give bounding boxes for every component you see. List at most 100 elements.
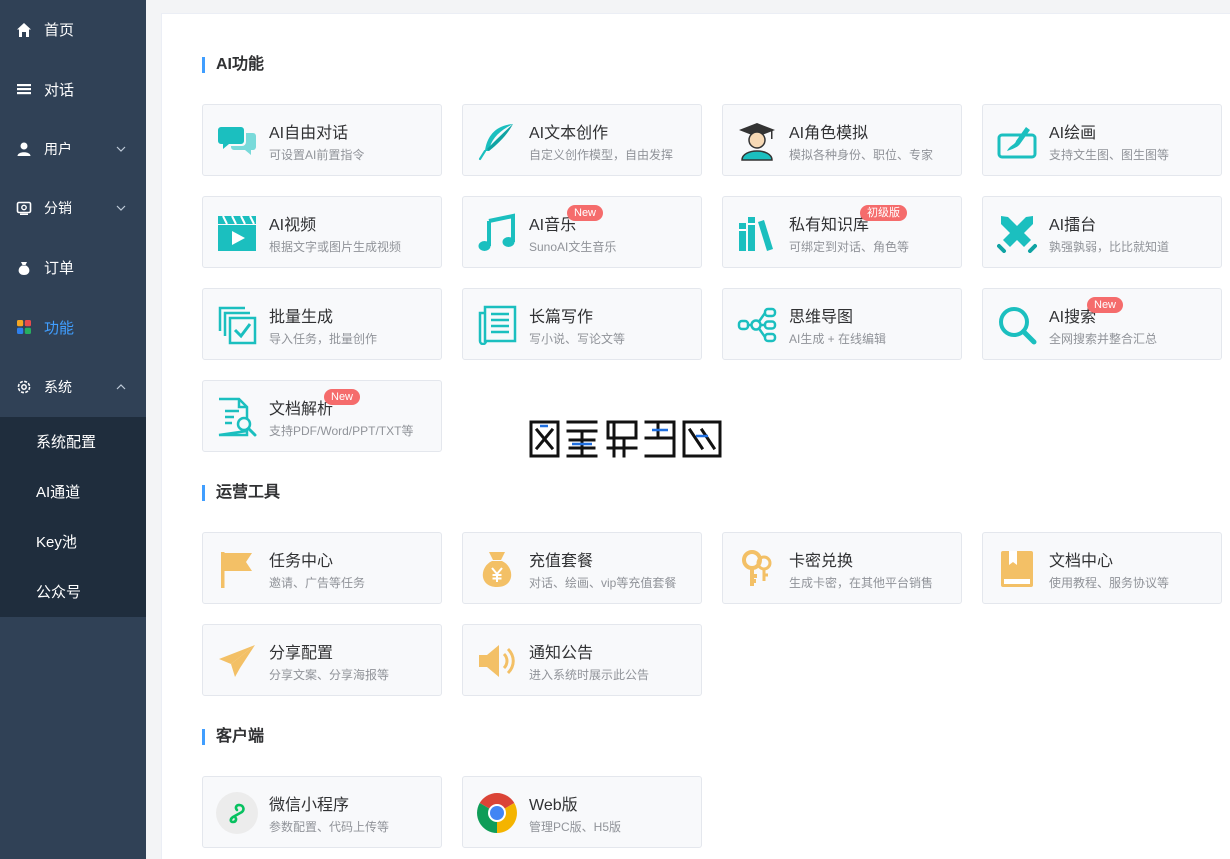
chat-bubbles-icon: [218, 127, 256, 155]
money-bag-icon: [482, 552, 512, 587]
system-submenu: 系统配置 AI通道 Key池 公众号: [0, 416, 146, 617]
sidebar-item-label: 系统: [44, 378, 72, 395]
distribution-icon: [16, 200, 32, 216]
mind-map-icon: [737, 307, 777, 343]
card-desc: AI生成 + 在线编辑: [789, 332, 887, 346]
card-desc: 对话、绘画、vip等充值套餐: [529, 576, 677, 590]
card-redeem-code[interactable]: 卡密兑换 生成卡密，在其他平台销售: [722, 532, 962, 604]
card-desc: 支持文生图、图生图等: [1049, 148, 1170, 162]
wechat-miniprogram-icon: [216, 792, 258, 834]
card-desc: 分享文案、分享海报等: [269, 668, 390, 682]
card-desc: 孰强孰弱，比比就知道: [1049, 240, 1170, 254]
card-title: 私有知识库: [789, 217, 870, 234]
submenu-item-key-pool[interactable]: Key池: [0, 517, 146, 567]
card-title: 思维导图: [789, 309, 854, 326]
chevron-up-icon: [116, 383, 126, 390]
card-long-writing[interactable]: 长篇写作 写小说、写论文等: [462, 288, 702, 360]
gear-icon: [16, 379, 32, 395]
card-ai-writing[interactable]: AI文本创作 自定义创作模型，自由发挥: [462, 104, 702, 176]
sidebar-item-distribution[interactable]: 分销: [0, 179, 146, 239]
search-icon: [999, 307, 1037, 345]
sidebar-item-label: 首页: [44, 22, 75, 40]
sidebar: 首页 对话 用户 分销 订单 功能 系统 系统配置 AI通道 Key池 公众号: [0, 0, 146, 859]
flag-icon: [221, 552, 252, 588]
browser-icon: [477, 793, 517, 833]
card-desc: 邀请、广告等任务: [269, 576, 366, 590]
sidebar-item-label: 分销: [44, 200, 72, 217]
submenu-item-official-account[interactable]: 公众号: [0, 567, 146, 617]
card-doc-center[interactable]: 文档中心 使用教程、服务协议等: [982, 532, 1222, 604]
card-knowledge-base[interactable]: 私有知识库 可绑定到对话、角色等 初级版: [722, 196, 962, 268]
card-title: 微信小程序: [269, 797, 350, 814]
card-desc: 可绑定到对话、角色等: [789, 240, 910, 254]
card-desc: 生成卡密，在其他平台销售: [789, 576, 934, 590]
card-task-center[interactable]: 任务中心 邀请、广告等任务: [202, 532, 442, 604]
card-title: 充值套餐: [529, 553, 594, 570]
card-web-version[interactable]: Web版 管理PC版、H5版: [462, 776, 702, 848]
card-desc: 写小说、写论文等: [529, 332, 626, 346]
section-title-ai: AI功能: [202, 56, 264, 74]
card-title: AI擂台: [1049, 217, 1097, 234]
sidebar-item-features[interactable]: 功能: [0, 298, 146, 358]
watermark-logo: [529, 420, 722, 458]
sidebar-item-label: 用户: [44, 140, 72, 157]
card-wechat-miniprogram[interactable]: 微信小程序 参数配置、代码上传等: [202, 776, 442, 848]
card-title: 卡密兑换: [789, 553, 854, 570]
card-desc: SunoAI文生音乐: [529, 240, 617, 254]
card-mind-map[interactable]: 思维导图 AI生成 + 在线编辑: [722, 288, 962, 360]
card-desc: 使用教程、服务协议等: [1049, 576, 1170, 590]
grid-icon: [16, 319, 32, 335]
sidebar-item-order[interactable]: 订单: [0, 238, 146, 298]
sidebar-item-label: 对话: [44, 81, 75, 99]
card-desc: 导入任务，批量创作: [269, 332, 378, 346]
card-doc-parse[interactable]: 文档解析 支持PDF/Word/PPT/TXT等 New: [202, 380, 442, 452]
document-search-icon: [218, 397, 257, 437]
user-icon: [16, 141, 32, 157]
speaker-icon: [479, 645, 515, 677]
sidebar-item-chat[interactable]: 对话: [0, 60, 146, 120]
sidebar-item-home[interactable]: 首页: [0, 0, 146, 60]
music-note-icon: [478, 213, 515, 251]
sidebar-item-user[interactable]: 用户: [0, 119, 146, 179]
card-recharge[interactable]: 充值套餐 对话、绘画、vip等充值套餐: [462, 532, 702, 604]
section-title-ops: 运营工具: [202, 484, 280, 502]
card-ai-role[interactable]: AI角色模拟 模拟各种身份、职位、专家: [722, 104, 962, 176]
card-ai-music[interactable]: AI音乐 SunoAI文生音乐 New: [462, 196, 702, 268]
crossed-swords-icon: [997, 216, 1037, 253]
card-title: AI角色模拟: [789, 125, 869, 142]
card-desc: 可设置AI前置指令: [269, 148, 365, 162]
card-title: 分享配置: [269, 645, 334, 662]
paper-plane-icon: [219, 645, 255, 677]
card-ai-video[interactable]: AI视频 根据文字或图片生成视频: [202, 196, 442, 268]
home-icon: [16, 22, 32, 38]
card-desc: 自定义创作模型，自由发挥: [529, 148, 674, 162]
card-ai-chat[interactable]: AI自由对话 可设置AI前置指令: [202, 104, 442, 176]
card-notice[interactable]: 通知公告 进入系统时展示此公告: [462, 624, 702, 696]
sidebar-item-label: 订单: [44, 260, 75, 278]
card-share-config[interactable]: 分享配置 分享文案、分享海报等: [202, 624, 442, 696]
card-desc: 模拟各种身份、职位、专家: [789, 148, 934, 162]
submenu-item-system-config[interactable]: 系统配置: [0, 417, 146, 467]
card-ai-drawing[interactable]: AI绘画 支持文生图、图生图等: [982, 104, 1222, 176]
card-title: 文档中心: [1049, 553, 1114, 570]
new-badge: New: [1087, 297, 1124, 313]
card-desc: 全网搜索并整合汇总: [1049, 332, 1158, 346]
submenu-item-ai-channel[interactable]: AI通道: [0, 467, 146, 517]
card-ai-arena[interactable]: AI擂台 孰强孰弱，比比就知道: [982, 196, 1222, 268]
card-desc: 参数配置、代码上传等: [269, 820, 390, 834]
drawing-tablet-icon: [997, 127, 1037, 159]
new-badge: New: [567, 205, 604, 221]
card-batch-generate[interactable]: 批量生成 导入任务，批量创作: [202, 288, 442, 360]
card-title: AI文本创作: [529, 125, 609, 142]
card-title: 通知公告: [529, 645, 594, 662]
sidebar-item-system[interactable]: 系统: [0, 357, 146, 417]
sidebar-item-label: 功能: [44, 319, 75, 337]
card-title: AI视频: [269, 217, 317, 234]
card-desc: 根据文字或图片生成视频: [269, 240, 402, 254]
stacked-check-icon: [218, 306, 257, 345]
card-ai-search[interactable]: AI搜索 全网搜索并整合汇总 New: [982, 288, 1222, 360]
graduate-avatar-icon: [739, 123, 775, 161]
section-title-client: 客户端: [202, 728, 264, 746]
card-desc: 管理PC版、H5版: [529, 820, 622, 834]
card-title: AI自由对话: [269, 125, 349, 142]
